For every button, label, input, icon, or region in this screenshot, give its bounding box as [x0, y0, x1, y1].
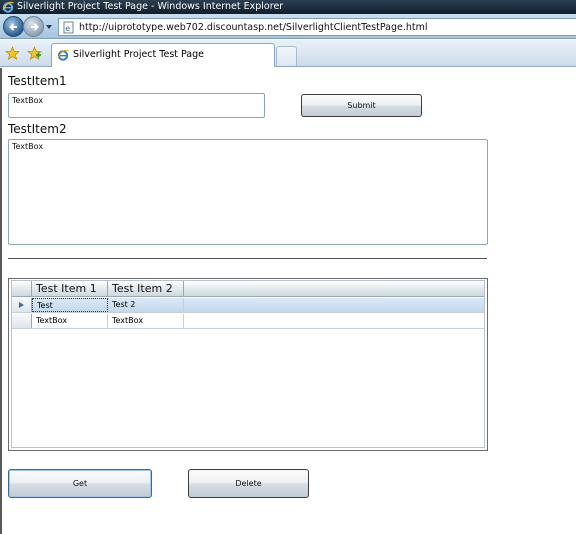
testitem2-textbox[interactable]: TextBox: [8, 139, 488, 245]
back-button[interactable]: [3, 16, 24, 37]
divider: [8, 258, 487, 259]
history-dropdown-icon[interactable]: [45, 23, 53, 31]
grid-cell[interactable]: Test: [32, 298, 108, 312]
add-favorites-icon[interactable]: [27, 46, 42, 61]
submit-button[interactable]: Submit: [301, 94, 422, 117]
testitem2-label: TestItem2: [8, 122, 67, 136]
tab-bar: Silverlight Project Test Page: [0, 40, 576, 67]
data-grid[interactable]: Test Item 1 Test Item 2 Test Test 2 Text…: [8, 278, 488, 451]
testitem1-label: TestItem1: [8, 74, 67, 88]
window-title-bar: Silverlight Project Test Page - Windows …: [0, 0, 576, 14]
tab-label: Silverlight Project Test Page: [73, 49, 205, 60]
table-row[interactable]: Test Test 2: [12, 298, 484, 313]
table-row[interactable]: TextBox TextBox: [12, 314, 484, 329]
svg-text:e: e: [65, 24, 70, 33]
address-url[interactable]: http://uiprototype.web702.discountasp.ne…: [79, 21, 428, 34]
row-header[interactable]: [12, 298, 32, 312]
internet-explorer-icon: [2, 1, 14, 13]
grid-cell[interactable]: TextBox: [108, 314, 184, 328]
get-button[interactable]: Get: [8, 469, 152, 498]
grid-cell[interactable]: Test 2: [108, 298, 184, 312]
favorites-star-icon[interactable]: [5, 46, 20, 61]
current-row-indicator-icon: [19, 302, 24, 308]
grid-corner-header: [12, 281, 32, 297]
testitem1-textbox[interactable]: TextBox: [8, 93, 265, 118]
grid-header: Test Item 1 Test Item 2: [12, 281, 484, 297]
forward-button[interactable]: [23, 16, 44, 37]
page-content: TestItem1 TextBox Submit TestItem2 TextB…: [0, 68, 576, 534]
window-title: Silverlight Project Test Page - Windows …: [17, 1, 284, 12]
grid-cell[interactable]: TextBox: [32, 314, 108, 328]
internet-explorer-icon: [57, 49, 69, 61]
forward-arrow-icon: [31, 23, 39, 31]
delete-button[interactable]: Delete: [188, 469, 309, 498]
navigation-bar: e http://uiprototype.web702.discountasp.…: [0, 14, 576, 39]
tab-silverlight-project[interactable]: Silverlight Project Test Page: [51, 43, 275, 67]
column-header-test-item-1[interactable]: Test Item 1: [32, 281, 108, 297]
page-icon: e: [63, 21, 74, 34]
address-bar[interactable]: e http://uiprototype.web702.discountasp.…: [58, 18, 576, 36]
row-header[interactable]: [12, 314, 32, 328]
new-tab-button[interactable]: [276, 46, 297, 66]
back-arrow-icon: [9, 23, 17, 31]
column-header-test-item-2[interactable]: Test Item 2: [108, 281, 184, 297]
